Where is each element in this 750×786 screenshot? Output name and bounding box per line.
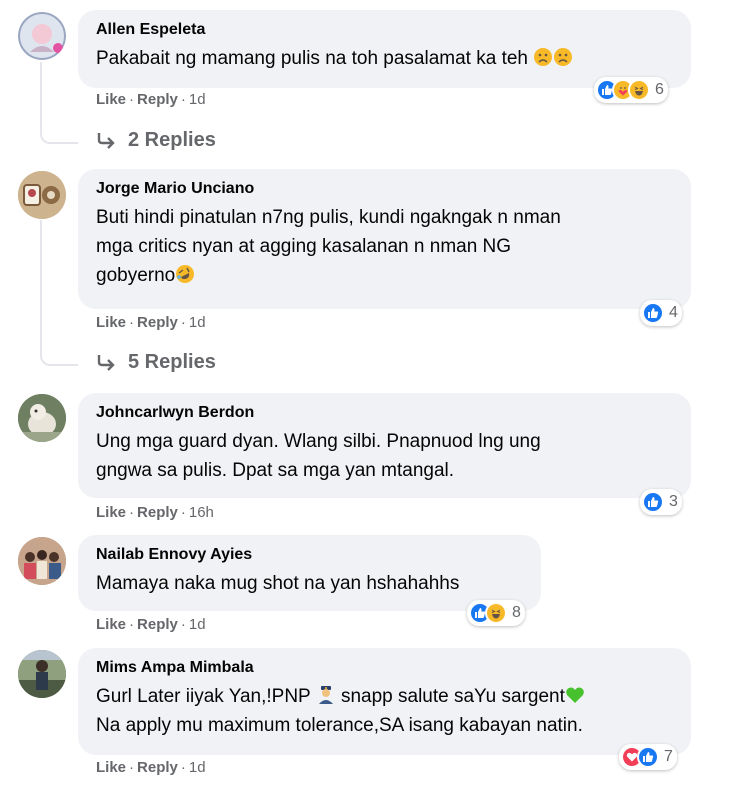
comment-timestamp[interactable]: 1d: [189, 616, 206, 633]
comment-actions: Like · Reply · 16h: [96, 504, 214, 521]
like-button[interactable]: Like: [96, 91, 126, 108]
reply-button[interactable]: Reply: [137, 759, 178, 776]
comment-bubble: Nailab Ennovy Ayies Mamaya naka mug shot…: [78, 535, 541, 611]
comment-text: mga critics nyan at agging kasalanan n n…: [96, 236, 512, 257]
comment-timestamp[interactable]: 1d: [189, 759, 206, 776]
thread-elbow: [40, 124, 78, 144]
comment-text: Na apply mu maximum tolerance,SA isang k…: [96, 715, 583, 736]
rofl-emoji-icon: [175, 265, 195, 286]
avatar[interactable]: [18, 394, 66, 442]
thread-line: [40, 220, 42, 348]
reply-button[interactable]: Reply: [137, 504, 178, 521]
comment-bubble: Allen Espeleta Pakabait ng mamang pulis …: [78, 10, 691, 88]
like-icon: [642, 491, 664, 513]
avatar[interactable]: [18, 171, 66, 219]
comment-timestamp[interactable]: 16h: [189, 504, 214, 521]
comment-text: Pakabait ng mamang pulis na toh pasalama…: [96, 44, 673, 73]
comment-text: gobyerno: [96, 261, 673, 290]
commenter-name[interactable]: Johncarlwyn Berdon: [96, 403, 673, 423]
like-icon: [637, 746, 659, 768]
reaction-count: 7: [664, 748, 673, 765]
comment-bubble: Mims Ampa Mimbala Gurl Later iiyak Yan,!…: [78, 648, 691, 755]
replies-label: 5 Replies: [128, 351, 216, 373]
reaction-count: 3: [669, 493, 678, 510]
green-heart-icon: [565, 686, 585, 707]
thread-elbow: [40, 346, 78, 366]
reaction-summary[interactable]: 6: [594, 77, 668, 103]
like-button[interactable]: Like: [96, 759, 126, 776]
like-icon: [642, 302, 664, 324]
replies-label: 2 Replies: [128, 129, 216, 151]
reply-button[interactable]: Reply: [137, 91, 178, 108]
reaction-count: 4: [669, 304, 678, 321]
haha-icon: [485, 602, 507, 624]
comment-actions: Like · Reply · 1d: [96, 314, 206, 331]
commenter-name[interactable]: Allen Espeleta: [96, 20, 673, 40]
view-replies-button[interactable]: 2 Replies: [96, 129, 216, 152]
comment-actions: Like · Reply · 1d: [96, 616, 206, 633]
commenter-name[interactable]: Jorge Mario Unciano: [96, 179, 673, 199]
sad-emoji-icon: [533, 48, 553, 69]
comment-bubble: Jorge Mario Unciano Buti hindi pinatulan…: [78, 169, 691, 309]
like-button[interactable]: Like: [96, 504, 126, 521]
avatar[interactable]: [18, 537, 66, 585]
reaction-summary[interactable]: 4: [640, 300, 682, 326]
reaction-summary[interactable]: 7: [619, 744, 677, 770]
reaction-summary[interactable]: 3: [640, 489, 682, 515]
avatar[interactable]: [18, 650, 66, 698]
reply-button[interactable]: Reply: [137, 314, 178, 331]
reply-arrow-icon: [97, 354, 115, 371]
comment-text: Buti hindi pinatulan n7ng pulis, kundi n…: [96, 207, 561, 228]
like-button[interactable]: Like: [96, 314, 126, 331]
commenter-name[interactable]: Nailab Ennovy Ayies: [96, 545, 523, 565]
comment-text: Mamaya naka mug shot na yan hshahahhs: [96, 573, 460, 594]
thread-line: [40, 62, 42, 124]
comment-actions: Like · Reply · 1d: [96, 759, 206, 776]
avatar[interactable]: [18, 12, 66, 60]
reaction-count: 8: [512, 604, 521, 621]
sad-emoji-icon: [553, 48, 573, 69]
like-button[interactable]: Like: [96, 616, 126, 633]
comment-text: gngwa sa pulis. Dpat sa mga yan mtangal.: [96, 460, 455, 481]
reaction-count: 6: [655, 81, 664, 98]
commenter-name[interactable]: Mims Ampa Mimbala: [96, 658, 673, 678]
comment-actions: Like · Reply · 1d: [96, 91, 206, 108]
comment-timestamp[interactable]: 1d: [189, 91, 206, 108]
comment-timestamp[interactable]: 1d: [189, 314, 206, 331]
reply-button[interactable]: Reply: [137, 616, 178, 633]
view-replies-button[interactable]: 5 Replies: [96, 351, 216, 374]
comment-text: Ung mga guard dyan. Wlang silbi. Pnapnuo…: [96, 431, 541, 452]
comment-text: Gurl Later iiyak Yan,!PNP snapp salute s…: [96, 682, 673, 711]
comment-bubble: Johncarlwyn Berdon Ung mga guard dyan. W…: [78, 393, 691, 498]
reply-arrow-icon: [97, 132, 115, 149]
police-officer-emoji-icon: [316, 686, 336, 707]
haha-icon: [628, 79, 650, 101]
reaction-summary[interactable]: 8: [467, 600, 525, 626]
